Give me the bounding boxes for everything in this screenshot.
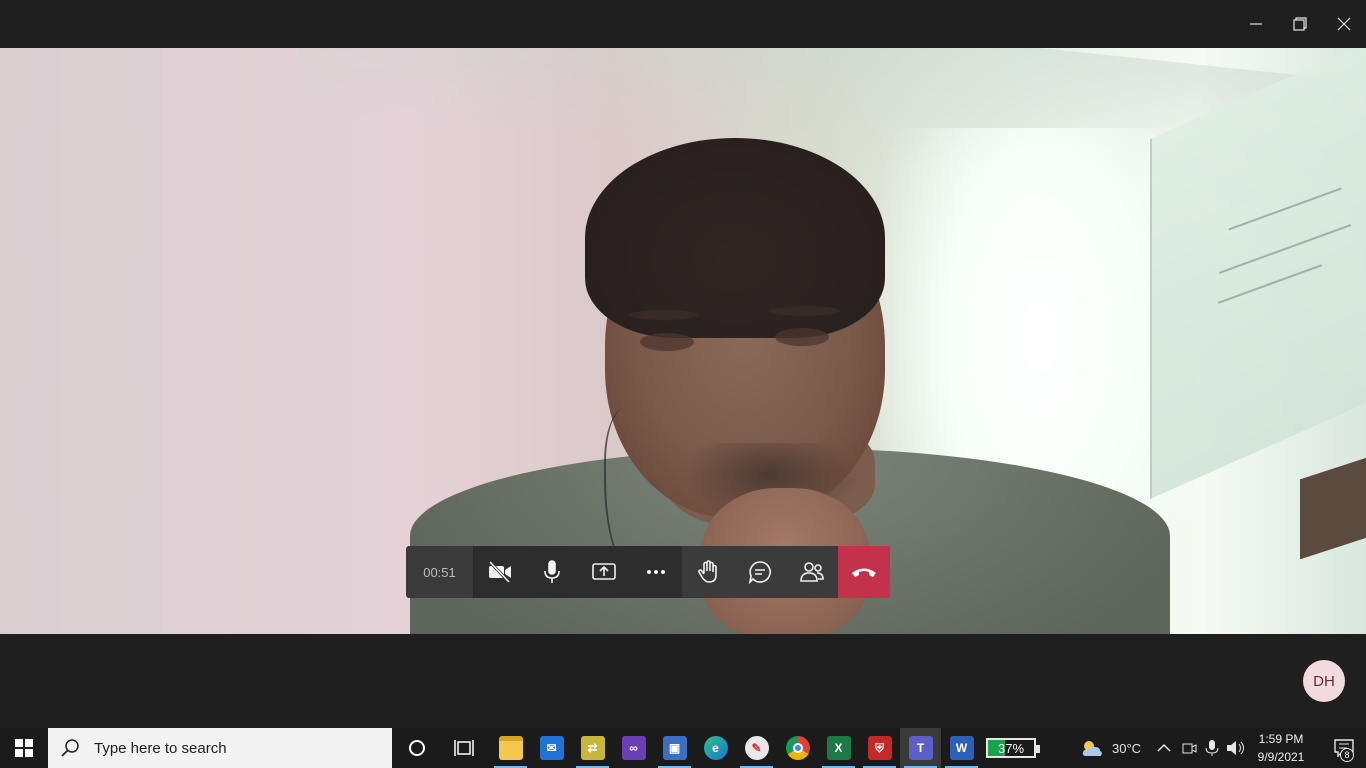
security-app-button[interactable]: ⛨: [859, 728, 900, 768]
remote-desktop-button[interactable]: ▣: [654, 728, 695, 768]
clock[interactable]: 1:59 PM 9/9/2021: [1246, 730, 1316, 766]
task-view-icon: [453, 740, 474, 756]
clock-time: 1:59 PM: [1258, 732, 1304, 746]
visual-studio-icon: ∞: [621, 736, 646, 760]
call-timer: 00:51: [406, 546, 474, 598]
remote-desktop-icon: ▣: [662, 736, 687, 760]
folder-icon: [498, 736, 523, 760]
windows-icon: [15, 739, 33, 757]
hand-icon: [698, 560, 717, 583]
edge-button[interactable]: e: [695, 728, 736, 768]
paint-icon: ✎: [744, 736, 769, 760]
network-tool-button[interactable]: ⇄: [572, 728, 613, 768]
teams-icon: T: [908, 736, 933, 760]
chrome-icon: [785, 736, 810, 760]
weather-temperature: 30°C: [1112, 740, 1142, 756]
more-icon: [647, 570, 665, 574]
share-screen-icon: [592, 563, 616, 580]
search-icon: [61, 739, 79, 757]
restore-icon: [1293, 17, 1307, 31]
paint-button[interactable]: ✎: [736, 728, 777, 768]
camera-tray-icon: [1182, 743, 1197, 754]
close-icon: [1337, 17, 1351, 31]
close-button[interactable]: [1322, 0, 1366, 48]
edge-icon: e: [703, 736, 728, 760]
weather-widget[interactable]: 30°C: [1080, 728, 1141, 768]
search-placeholder: Type here to search: [94, 739, 227, 757]
notification-count: 8: [1340, 748, 1354, 762]
raise-hand-button[interactable]: [682, 546, 734, 598]
meet-now-button[interactable]: [1181, 728, 1197, 768]
battery-indicator[interactable]: 37%: [986, 738, 1040, 758]
mail-icon: ✉: [539, 736, 564, 760]
video-off-icon: [488, 561, 511, 583]
minimize-icon: [1250, 23, 1262, 25]
video-person: [640, 333, 694, 351]
word-button[interactable]: W: [941, 728, 982, 768]
excel-button[interactable]: X: [818, 728, 859, 768]
mic-tray-icon: [1205, 740, 1219, 756]
media-controls: [474, 546, 682, 598]
clock-date: 9/9/2021: [1257, 750, 1305, 764]
chrome-button[interactable]: [777, 728, 818, 768]
share-screen-button[interactable]: [578, 546, 630, 598]
self-avatar[interactable]: DH: [1303, 660, 1345, 702]
file-explorer-button[interactable]: [490, 728, 531, 768]
call-control-bar: 00:51: [406, 546, 891, 598]
microphone-tray-button[interactable]: [1205, 728, 1219, 768]
shield-icon: ⛨: [867, 736, 892, 760]
interaction-controls: [682, 546, 838, 598]
speaker-icon: [1227, 741, 1244, 755]
chat-icon: [748, 561, 771, 584]
task-view-button[interactable]: [443, 728, 484, 768]
word-icon: W: [949, 736, 974, 760]
battery-percent: 37%: [997, 740, 1025, 756]
teams-button[interactable]: T: [900, 728, 941, 768]
mic-icon: [544, 560, 560, 583]
phone-hangup-icon: [852, 568, 876, 577]
chat-button[interactable]: [734, 546, 786, 598]
video-person: [770, 306, 840, 316]
video-background: [1300, 456, 1366, 560]
hang-up-button[interactable]: [838, 546, 890, 598]
minimize-button[interactable]: [1234, 0, 1278, 48]
volume-button[interactable]: [1226, 728, 1246, 768]
restore-button[interactable]: [1278, 0, 1322, 48]
camera-toggle-button[interactable]: [474, 546, 526, 598]
excel-icon: X: [826, 736, 851, 760]
video-person: [775, 328, 829, 346]
video-person: [585, 138, 885, 338]
title-bar: [0, 0, 1366, 48]
participants-button[interactable]: [786, 546, 838, 598]
action-center-button[interactable]: 8: [1322, 728, 1366, 768]
start-button[interactable]: [0, 728, 48, 768]
taskbar-search-box[interactable]: Type here to search: [48, 728, 392, 768]
visual-studio-button[interactable]: ∞: [613, 728, 654, 768]
chevron-up-icon: [1157, 743, 1171, 752]
video-person: [628, 310, 698, 320]
more-actions-button[interactable]: [630, 546, 682, 598]
self-view-area: [0, 634, 1366, 728]
show-hidden-icons-button[interactable]: [1156, 728, 1172, 768]
microphone-toggle-button[interactable]: [526, 546, 578, 598]
weather-cloud-icon: [1082, 741, 1102, 756]
circle-icon: [408, 740, 425, 756]
people-icon: [800, 562, 824, 582]
network-icon: ⇄: [580, 736, 605, 760]
mail-button[interactable]: ✉: [531, 728, 572, 768]
cortana-button[interactable]: [396, 728, 437, 768]
taskbar: Type here to search ✉ ⇄ ∞ ▣ e ✎ X ⛨ T W …: [0, 728, 1366, 768]
battery-tip: [1036, 745, 1040, 753]
